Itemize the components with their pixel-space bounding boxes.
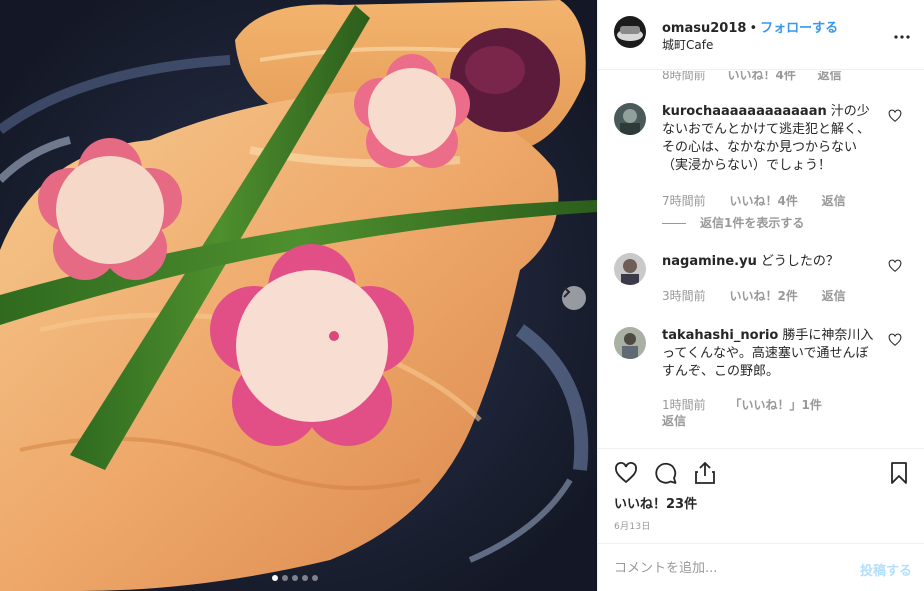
instagram-post: omasu2018•フォローする 城町Cafe 8時間前 いいね！4件 返信 — [0, 0, 924, 591]
reply-button[interactable]: 返信 — [822, 289, 846, 303]
post-comment-button[interactable]: 投稿する — [860, 560, 912, 579]
carousel-dot — [312, 575, 318, 581]
post-photo[interactable] — [0, 0, 597, 591]
comment-likes[interactable]: いいね！4件 — [727, 71, 795, 82]
post-location[interactable]: 城町Cafe — [662, 36, 713, 53]
like-comment-heart-icon[interactable] — [888, 333, 902, 347]
commenter-avatar[interactable] — [614, 103, 646, 135]
comment-body: nagamine.yu どうしたの？ — [662, 253, 880, 271]
comment-body: kurochaaaaaaaaaaaan 汁の少ないおでんとかけて逃走犯と解く、その… — [662, 103, 880, 175]
comment-likes[interactable]: 「いいね！」1件 — [729, 398, 821, 412]
likes-count[interactable]: いいね！23件 — [614, 493, 697, 512]
like-heart-icon[interactable] — [614, 461, 638, 485]
author-username[interactable]: omasu2018 — [662, 21, 746, 36]
post-actions: いいね！23件 6月13日 投稿する — [598, 448, 924, 591]
comment-time: 8時間前 — [662, 71, 706, 82]
comments-list[interactable]: 8時間前 いいね！4件 返信 kurochaaaaaaaaaaaan 汁の少ないお… — [598, 71, 924, 448]
carousel-dot — [272, 575, 278, 581]
reply-button[interactable]: 返信 — [662, 414, 686, 428]
post-header: omasu2018 • フォローする 城町Cafe — [598, 0, 924, 70]
carousel-dot — [282, 575, 288, 581]
comment-likes[interactable]: いいね！2件 — [729, 289, 797, 303]
more-dots-icon — [894, 35, 910, 39]
view-replies-label: 返信1件を表示する — [700, 216, 805, 230]
author-line: omasu2018 • フォローする — [662, 17, 838, 36]
avatar-image — [614, 16, 646, 48]
comment-meta: 1時間前 「いいね！」1件 返信 — [662, 397, 882, 429]
comment-bubble-icon[interactable] — [654, 461, 678, 485]
replies-divider-line — [662, 223, 686, 224]
reply-button[interactable]: 返信 — [818, 71, 842, 82]
avatar-image — [614, 103, 646, 135]
comment-username[interactable]: nagamine.yu — [662, 254, 757, 269]
more-horizontal-icon[interactable] — [894, 24, 910, 43]
commenter-avatar[interactable] — [614, 327, 646, 359]
carousel-dot — [302, 575, 308, 581]
avatar-image — [614, 253, 646, 285]
comment-meta: 7時間前 いいね！4件 返信 — [662, 192, 866, 209]
like-comment-heart-icon[interactable] — [888, 259, 902, 273]
next-slide-button[interactable] — [562, 286, 586, 310]
like-comment-heart-icon[interactable] — [888, 109, 902, 123]
view-replies-button[interactable]: 返信1件を表示する — [662, 214, 804, 231]
share-icon[interactable] — [693, 461, 717, 485]
avatar-image — [614, 327, 646, 359]
commenter-avatar[interactable] — [614, 253, 646, 285]
header-separator: • — [749, 21, 758, 36]
comment-text: どうしたの？ — [760, 254, 839, 269]
comment-meta-partial: 8時間前 いいね！4件 返信 — [662, 71, 860, 83]
comment-input[interactable] — [614, 558, 834, 578]
comment-time: 1時間前 — [662, 398, 706, 412]
author-avatar[interactable] — [614, 16, 646, 48]
comment-username[interactable]: kurochaaaaaaaaaaaan — [662, 104, 827, 119]
comment-body: takahashi_norio 勝手に神奈川入ってくんなや。高速塞いで通せんぼすん… — [662, 327, 880, 381]
post-date[interactable]: 6月13日 — [614, 519, 651, 532]
add-comment-bar: 投稿する — [598, 543, 924, 591]
carousel-indicator — [272, 575, 318, 581]
follow-button[interactable]: フォローする — [760, 21, 838, 36]
chevron-right-icon — [563, 286, 571, 298]
reply-button[interactable]: 返信 — [822, 194, 846, 208]
post-side-panel: omasu2018•フォローする 城町Cafe 8時間前 いいね！4件 返信 — [597, 0, 924, 591]
carousel-dot — [292, 575, 298, 581]
comment-username[interactable]: takahashi_norio — [662, 328, 778, 343]
bookmark-icon[interactable] — [887, 461, 911, 485]
food-photo-illustration — [0, 0, 597, 591]
comment-likes[interactable]: いいね！4件 — [729, 194, 797, 208]
comment-time: 3時間前 — [662, 289, 706, 303]
comment-time: 7時間前 — [662, 194, 706, 208]
comment-meta: 3時間前 いいね！2件 返信 — [662, 287, 866, 304]
